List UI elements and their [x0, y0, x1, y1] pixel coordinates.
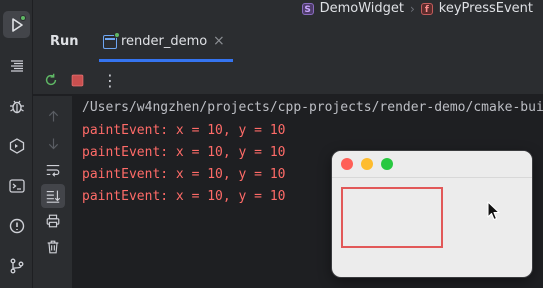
console-output-line: paintEvent: x = 10, y = 10 — [82, 145, 286, 160]
soft-wrap-button[interactable] — [43, 160, 63, 180]
console-actions — [33, 96, 72, 288]
problems-icon — [9, 218, 24, 233]
rerun-icon — [45, 73, 57, 86]
problems-tool-button[interactable] — [3, 212, 30, 239]
services-tool-button[interactable] — [3, 132, 30, 159]
mouse-cursor-icon — [487, 201, 500, 221]
console-path-line: /Users/w4ngzhen/projects/cpp-projects/re… — [82, 100, 543, 115]
soft-wrap-icon — [46, 164, 60, 177]
rerun-button[interactable] — [41, 70, 61, 90]
scroll-down-button[interactable] — [43, 133, 63, 153]
run-tool-button[interactable] — [3, 11, 30, 38]
stop-icon — [71, 74, 83, 86]
print-button[interactable] — [43, 211, 63, 231]
debug-icon — [9, 100, 24, 113]
run-panel-title: Run — [50, 34, 79, 49]
scroll-up-button[interactable] — [43, 106, 63, 126]
breadcrumb-item-demowidget[interactable]: DemoWidget — [320, 1, 404, 16]
breadcrumb-item-keypressevent[interactable]: keyPressEvent — [439, 1, 533, 16]
structure-tool-button[interactable] — [3, 52, 30, 79]
debug-tool-button[interactable] — [3, 92, 30, 119]
running-indicator — [20, 15, 26, 21]
more-options-icon[interactable]: ⋮ — [100, 70, 120, 90]
console-output-line: paintEvent: x = 10, y = 10 — [82, 167, 286, 182]
close-window-button[interactable] — [341, 158, 353, 170]
console-output-line: paintEvent: x = 10, y = 10 — [82, 123, 286, 138]
function-icon: f — [420, 2, 433, 15]
git-tool-button[interactable] — [3, 252, 30, 279]
painted-rectangle — [341, 187, 443, 248]
stop-button[interactable] — [67, 70, 87, 90]
print-icon — [46, 214, 60, 228]
tab-render-demo[interactable]: render_demo × — [99, 25, 235, 64]
demo-app-window[interactable] — [332, 151, 532, 277]
run-toolbar: ⋮ — [33, 64, 543, 95]
close-icon[interactable]: × — [213, 33, 225, 49]
left-tool-strip — [0, 0, 33, 288]
active-tab-indicator — [99, 59, 233, 62]
trash-icon — [47, 240, 59, 254]
scroll-to-end-icon — [46, 190, 61, 203]
minimize-window-button[interactable] — [361, 158, 373, 170]
breadcrumb-bar: S DemoWidget › f keyPressEvent — [33, 0, 543, 17]
tab-label: render_demo — [121, 34, 208, 49]
clear-console-button[interactable] — [43, 237, 63, 257]
struct-icon: S — [301, 2, 314, 15]
git-icon — [10, 258, 23, 273]
breadcrumb-separator: › — [409, 1, 415, 16]
zoom-window-button[interactable] — [381, 158, 393, 170]
console-output-line: paintEvent: x = 10, y = 10 — [82, 189, 286, 204]
structure-icon — [10, 59, 23, 72]
app-title-bar[interactable] — [332, 151, 532, 178]
run-panel-header: Run render_demo × — [33, 17, 543, 64]
services-icon — [9, 137, 24, 154]
scroll-up-icon — [48, 110, 58, 121]
run-configuration-icon — [103, 32, 120, 49]
terminal-icon — [8, 178, 25, 193]
terminal-tool-button[interactable] — [3, 172, 30, 199]
breadcrumb: S DemoWidget › f keyPressEvent — [301, 0, 533, 17]
scroll-to-end-button[interactable] — [41, 184, 65, 208]
scroll-down-icon — [48, 138, 58, 149]
